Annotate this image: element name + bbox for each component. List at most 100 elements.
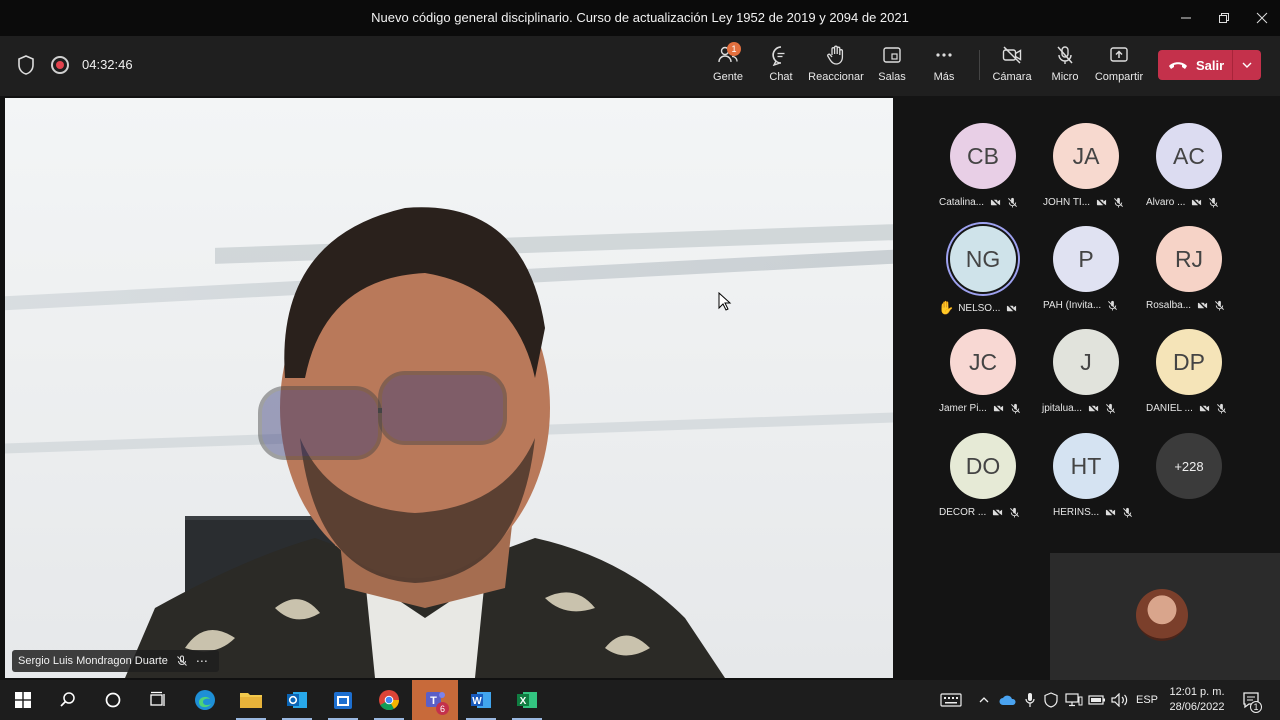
task-view-button[interactable] [135,680,181,720]
folder-icon [240,693,262,708]
edge-taskbar-icon[interactable] [182,680,228,720]
camera-off-icon [992,507,1003,518]
participant-tile[interactable]: JC Jamer Pi... [928,329,1028,429]
app-taskbar-icon[interactable] [320,680,366,720]
overflow-participants-tile[interactable]: +228 [1134,433,1234,533]
outlook-icon [287,692,307,708]
participant-name-row: Rosalba... [1146,300,1256,311]
security-tray-icon[interactable] [1041,680,1061,720]
excel-taskbar-icon[interactable]: X [504,680,550,720]
more-button[interactable]: Más [926,44,962,90]
excel-icon: X [517,692,537,708]
participant-tile[interactable]: JA JOHN TI... [1031,123,1131,223]
people-badge: 1 [727,42,741,56]
meeting-stage: Sergio Luis Mondragon Duarte ⋯ CB Catali… [0,96,1280,680]
teams-taskbar-icon[interactable]: T 6 [412,680,458,720]
participant-tile[interactable]: RJ Rosalba... [1134,226,1234,326]
svg-text:X: X [520,696,527,707]
mic-button[interactable]: Micro [1046,44,1084,90]
participant-tile[interactable]: CB Catalina... [928,123,1028,223]
chrome-taskbar-icon[interactable] [366,680,412,720]
start-button[interactable] [0,680,46,720]
onedrive-tray-icon[interactable] [997,680,1019,720]
mic-muted-icon [1123,507,1133,518]
participant-name: Rosalba... [1146,300,1192,311]
people-button[interactable]: 1 Gente [708,42,748,90]
maximize-button[interactable] [1204,0,1244,36]
outlook-taskbar-icon[interactable] [274,680,320,720]
rooms-button[interactable]: Salas [872,44,912,90]
camera-off-icon [993,403,1004,414]
leave-options-dropdown[interactable] [1233,62,1261,68]
microphone-tray-icon[interactable] [1020,680,1040,720]
close-button[interactable] [1242,0,1280,36]
speaker-volume-icon [1111,693,1128,707]
participant-name: Alvaro ... [1146,197,1186,208]
keyboard-tray-icon[interactable] [938,680,964,720]
input-language[interactable]: ESP [1133,680,1161,720]
camera-off-icon [1197,300,1208,311]
camera-off-icon [1006,302,1018,314]
participant-avatar: RJ [1156,226,1222,292]
chat-icon [772,46,785,66]
recording-icon [51,56,69,74]
search-button[interactable] [45,680,91,720]
show-hidden-icons-button[interactable] [974,680,994,720]
hand-icon [827,45,844,65]
leave-button[interactable]: Salir [1158,50,1261,80]
participant-tile[interactable]: HT HERINS... [1031,433,1133,533]
speaker-name-tag: Sergio Luis Mondragon Duarte ⋯ [12,650,219,672]
share-button[interactable]: Compartir [1094,44,1144,90]
cortana-button[interactable] [90,680,136,720]
share-label: Compartir [1094,71,1144,83]
participant-tile[interactable]: AC Alvaro ... [1134,123,1234,223]
battery-icon [1088,695,1105,705]
keyboard-icon [940,693,962,707]
microphone-icon [1025,693,1035,707]
network-tray-icon[interactable] [1063,680,1085,720]
speaker-video[interactable]: Sergio Luis Mondragon Duarte ⋯ [5,98,893,678]
file-explorer-taskbar-icon[interactable] [228,680,274,720]
participant-avatar: P [1053,226,1119,292]
participant-name: Jamer Pi... [939,403,987,414]
cloud-icon [999,695,1016,705]
volume-tray-icon[interactable] [1109,680,1131,720]
participant-tile[interactable]: DP DANIEL ... [1134,329,1234,429]
mic-label: Micro [1051,71,1079,83]
action-center-button[interactable]: 1 [1234,680,1268,720]
clock-time: 12:01 p. m. [1169,686,1225,698]
participant-tile[interactable]: J jpitalua... [1031,329,1131,429]
participant-tile[interactable]: DO DECOR ... [928,433,1028,533]
react-label: Reaccionar [808,71,864,83]
self-view[interactable] [1050,553,1280,680]
taskbar-clock[interactable]: 12:01 p. m. 28/06/2022 [1162,685,1232,715]
mouse-cursor-icon [718,292,732,311]
mic-muted-icon [1209,197,1219,208]
mic-muted-icon [1216,403,1226,414]
camera-button[interactable]: Cámara [992,44,1032,90]
chat-button[interactable]: Chat [762,44,800,90]
leave-main[interactable]: Salir [1158,50,1232,80]
participant-tile[interactable]: NG ✋ NELSO... [928,226,1028,326]
camera-off-icon [990,197,1001,208]
breakout-rooms-icon [883,47,901,63]
minimize-button[interactable] [1166,0,1206,36]
participant-avatar: AC [1156,123,1222,189]
share-screen-icon [1110,47,1128,62]
participant-avatar: DO [950,433,1016,499]
shield-icon[interactable] [16,54,36,76]
participant-avatar: DP [1156,329,1222,395]
speaker-more-options[interactable]: ⋯ [196,654,209,668]
word-taskbar-icon[interactable]: W [458,680,504,720]
hang-up-icon [1169,62,1187,69]
raised-hand-icon: ✋ [938,300,955,315]
more-label: Más [933,71,955,83]
mic-off-icon [1057,46,1073,64]
mic-muted-icon [1010,403,1020,414]
self-avatar [1136,589,1188,641]
camera-label: Cámara [992,71,1032,83]
speaker-name: Sergio Luis Mondragon Duarte [18,655,168,667]
battery-tray-icon[interactable] [1086,680,1108,720]
participant-tile[interactable]: P PAH (Invita... [1031,226,1131,326]
react-button[interactable]: Reaccionar [808,44,864,90]
